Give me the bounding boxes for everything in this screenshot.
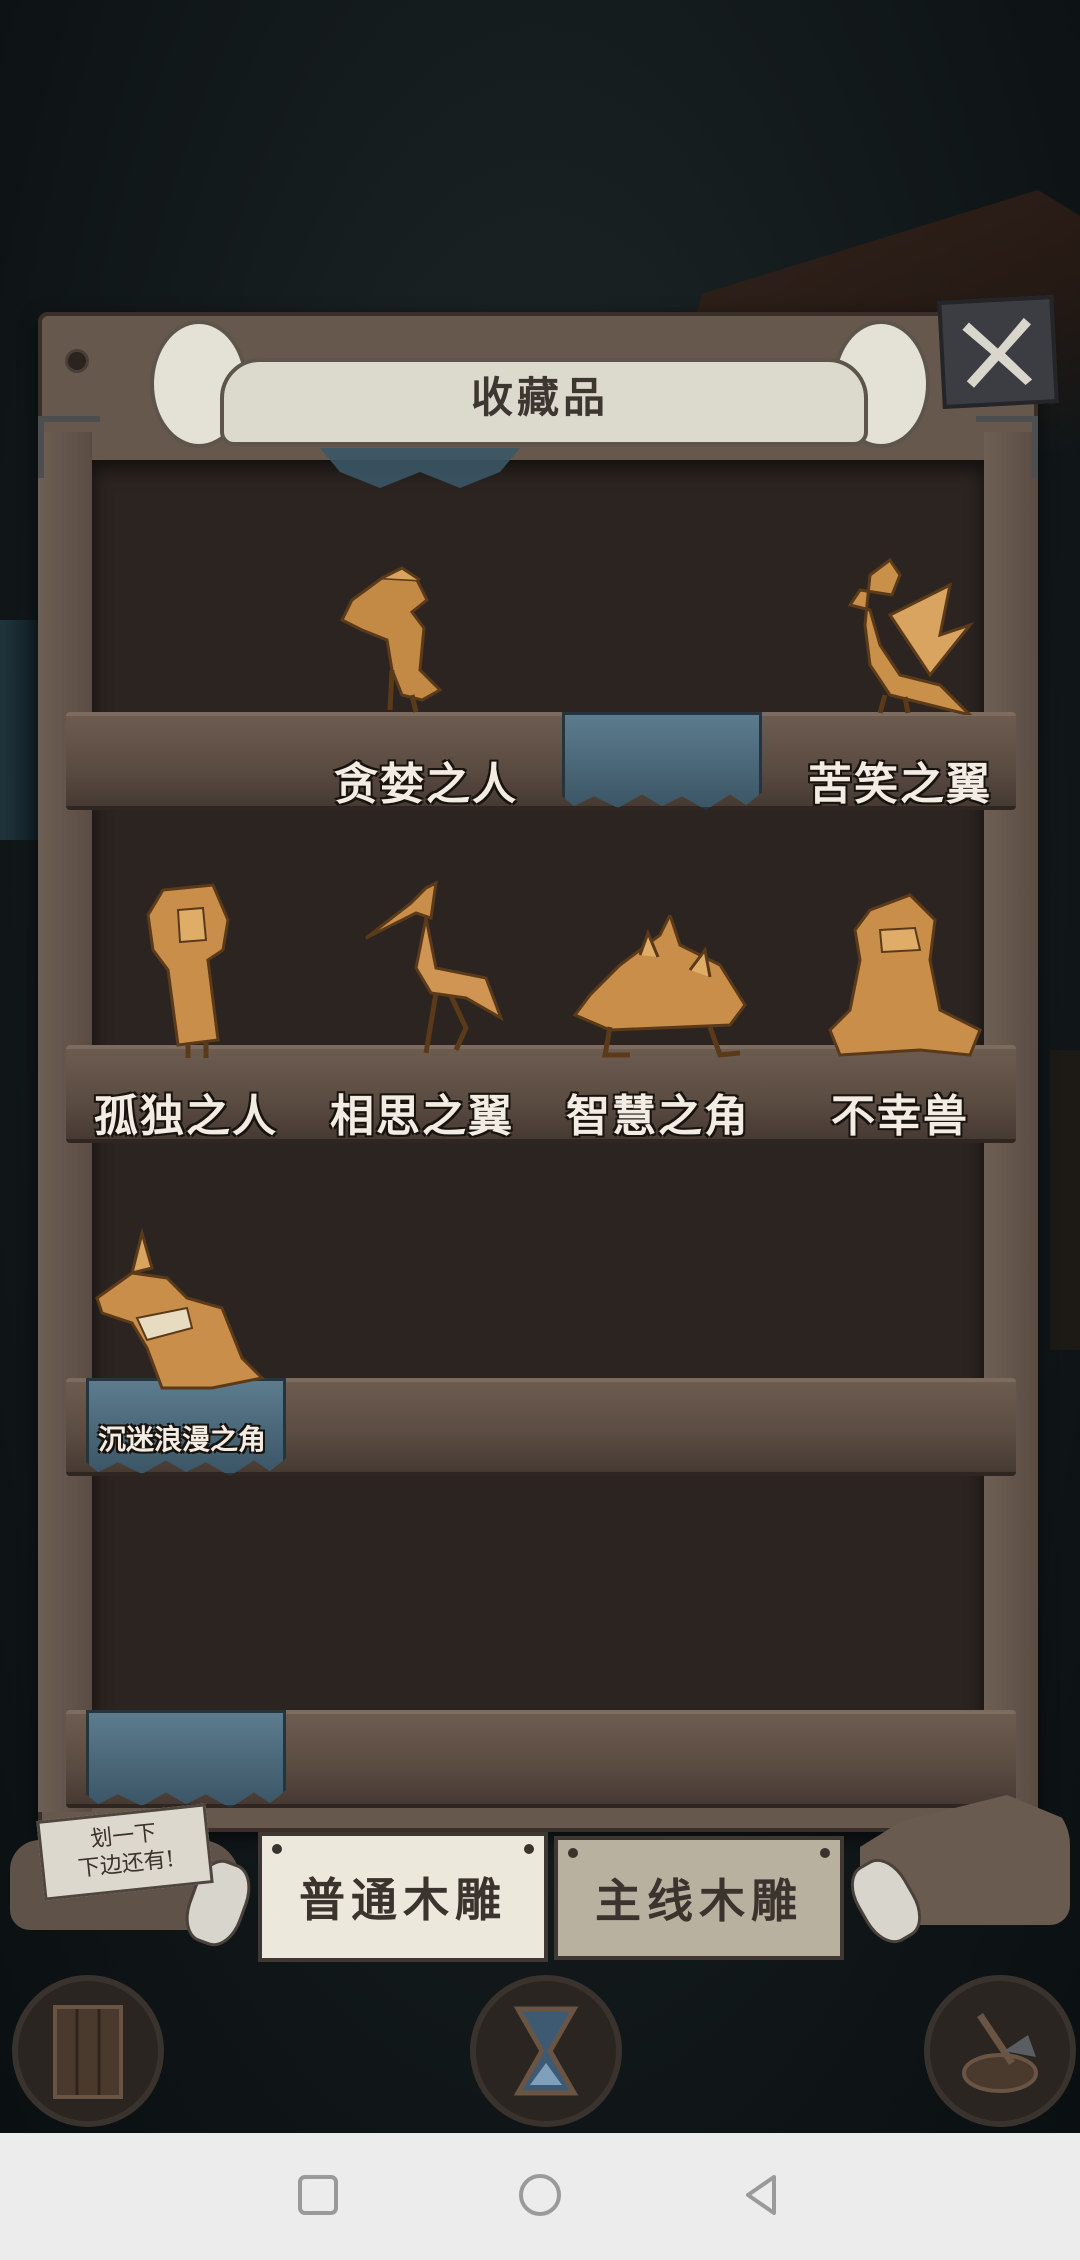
pin-icon <box>820 1848 830 1858</box>
pin-icon <box>568 1848 578 1858</box>
empty-slot-cloth[interactable] <box>562 712 762 810</box>
figurine-romantic-horn[interactable] <box>92 1228 272 1398</box>
figurine-label: 不幸兽 <box>831 1091 969 1142</box>
title-scroll: 收藏品 <box>150 300 930 450</box>
system-navigation-bar <box>0 2133 1080 2260</box>
turtle-figurine-icon <box>572 915 747 1058</box>
axe-stump-button[interactable] <box>924 1975 1076 2127</box>
hint-line-2: 下边还有! <box>76 1846 176 1882</box>
figurine-longing-wing[interactable] <box>356 878 506 1058</box>
back-triangle-icon <box>746 2175 776 2215</box>
background-right-wall <box>1050 1050 1080 1350</box>
game-screen: 收藏品 贪婪之人 苦笑之翼 孤独之人 相思之翼 智慧之角 不幸兽 沉迷浪漫之角 … <box>0 0 1080 2133</box>
close-button[interactable] <box>937 295 1059 409</box>
corner-bracket-icon <box>38 416 100 478</box>
figurine-label: 相思之翼 <box>330 1091 514 1142</box>
door-button[interactable] <box>12 1975 164 2127</box>
recent-apps-button[interactable] <box>286 2163 350 2227</box>
pin-icon <box>272 1844 282 1854</box>
bird-figurine-icon <box>847 557 975 715</box>
display-slot-cloth <box>86 1710 286 1808</box>
hourglass-icon <box>513 2006 579 2096</box>
home-button[interactable] <box>508 2163 572 2227</box>
page-title: 收藏品 <box>470 373 609 422</box>
pin-icon <box>524 1844 534 1854</box>
nail-icon <box>68 352 86 370</box>
close-icon <box>962 317 1033 388</box>
crane-figurine-icon <box>365 880 504 1054</box>
corner-bracket-icon <box>976 416 1038 478</box>
back-button[interactable] <box>730 2163 794 2227</box>
axe-stump-icon <box>962 2013 1038 2093</box>
figurine-bitter-wing[interactable] <box>830 555 980 715</box>
horned-dog-figurine-icon <box>95 1228 266 1390</box>
square-icon <box>298 2175 338 2215</box>
figurine-label: 沉迷浪漫之角 <box>97 1423 266 1456</box>
figurine-label: 苦笑之翼 <box>808 759 992 810</box>
hourglass-button[interactable] <box>470 1975 622 2127</box>
background-left-wall <box>0 620 40 840</box>
girl-figurine-icon <box>146 883 230 1058</box>
figurine-lonely-person[interactable] <box>118 880 268 1060</box>
figurine-wisdom-horn[interactable] <box>570 915 760 1065</box>
tab-main-story-carvings[interactable]: 主线木雕 <box>554 1836 844 1960</box>
door-icon <box>53 2005 123 2099</box>
tab-label: 普通木雕 <box>299 1873 507 1927</box>
figurine-label: 智慧之角 <box>566 1091 750 1142</box>
tab-label: 主线木雕 <box>595 1874 803 1928</box>
figurine-label: 贪婪之人 <box>334 759 518 810</box>
greedy-man-figurine-icon <box>339 566 443 713</box>
figurine-unlucky-beast[interactable] <box>820 890 990 1060</box>
figurine-label: 孤独之人 <box>94 1091 278 1142</box>
circle-icon <box>519 2174 561 2216</box>
seal-figurine-icon <box>828 893 982 1057</box>
tab-normal-carvings[interactable]: 普通木雕 <box>258 1832 548 1962</box>
figurine-greedy-man[interactable] <box>332 560 482 720</box>
